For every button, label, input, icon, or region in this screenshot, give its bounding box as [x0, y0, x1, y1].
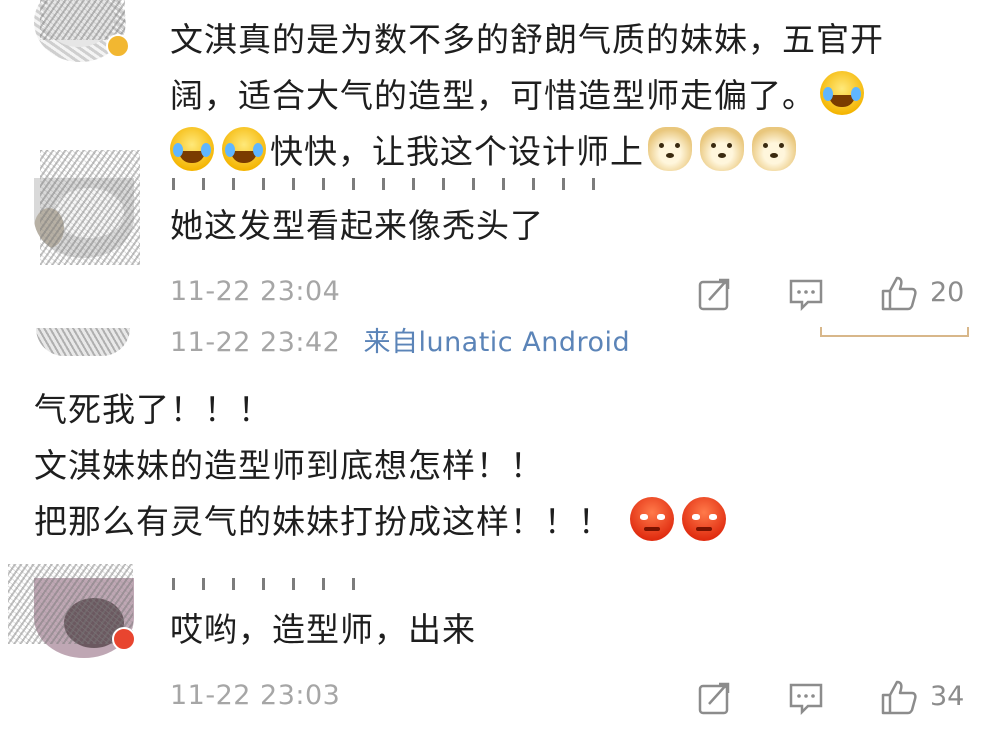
- like-count: 20: [930, 277, 965, 308]
- avatar[interactable]: [36, 328, 130, 356]
- comment-text: 气死我了！！！ 文淇妹妹的造型师到底想怎样！！ 把那么有灵气的妹妹打扮成这样！！…: [34, 382, 730, 550]
- like-count: 34: [930, 681, 965, 712]
- cropped-username: [172, 178, 602, 190]
- divider: [820, 327, 969, 337]
- timestamp: 11-22 23:42 来自lunatic Android: [170, 327, 631, 358]
- like-icon[interactable]: [880, 274, 918, 312]
- timestamp: 11-22 23:04: [170, 276, 341, 307]
- comment-line: 气死我了！！！: [34, 390, 272, 429]
- comment-text: 她这发型看起来像秃头了: [170, 206, 544, 245]
- comment-line: 阔，适合大气的造型，可惜造型师走偏了。: [170, 68, 884, 124]
- doge-emoji-icon: [700, 127, 744, 171]
- laugh-cry-emoji-icon: [222, 127, 266, 171]
- comment-text: 文淇真的是为数不多的舒朗气质的妹妹，五官开 阔，适合大气的造型，可惜造型师走偏了…: [170, 12, 884, 180]
- repost-icon[interactable]: [697, 680, 733, 716]
- repost-icon[interactable]: [697, 276, 733, 312]
- comment-line: 文淇妹妹的造型师到底想怎样！！: [34, 446, 544, 485]
- angry-emoji-icon: [682, 497, 726, 541]
- timestamp: 11-22 23:03: [170, 680, 341, 711]
- doge-emoji-icon: [648, 127, 692, 171]
- angry-emoji-icon: [630, 497, 674, 541]
- avatar-scribble: [40, 150, 140, 265]
- comment-text: 哎哟，造型师，出来: [170, 610, 476, 649]
- comment-icon[interactable]: [788, 276, 824, 312]
- comment-line: 把那么有灵气的妹妹打扮成这样！！！: [34, 494, 730, 550]
- laugh-cry-emoji-icon: [170, 127, 214, 171]
- post-source[interactable]: 来自lunatic Android: [363, 327, 630, 358]
- doge-emoji-icon: [752, 127, 796, 171]
- verified-badge-icon: [112, 627, 136, 651]
- comment-icon[interactable]: [788, 680, 824, 716]
- verified-badge-icon: [106, 34, 130, 58]
- cropped-username: [172, 578, 372, 590]
- like-icon[interactable]: [880, 678, 918, 716]
- laugh-cry-emoji-icon: [820, 71, 864, 115]
- comment-line: 快快，让我这个设计师上: [170, 124, 884, 180]
- comment-line: 文淇真的是为数不多的舒朗气质的妹妹，五官开: [170, 20, 884, 59]
